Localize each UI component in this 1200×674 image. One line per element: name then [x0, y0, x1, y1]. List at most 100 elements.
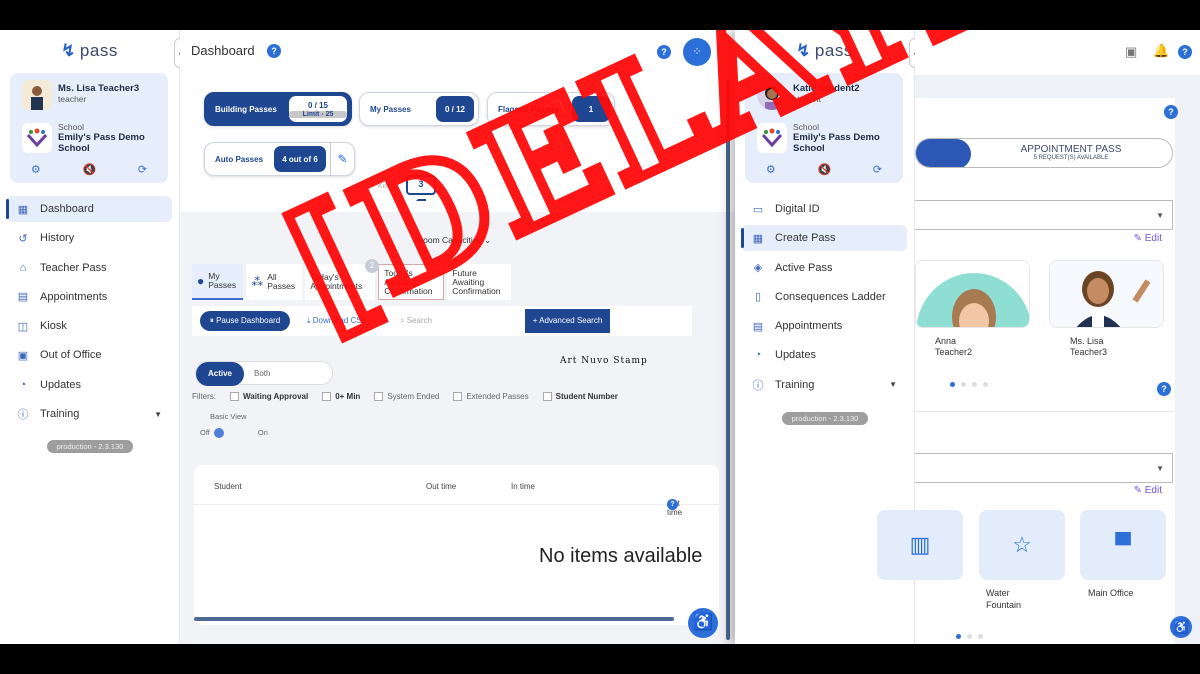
flagged-passes-card[interactable]: Flagged Passes 1 [487, 92, 615, 126]
dot[interactable] [972, 382, 977, 387]
teacher-card[interactable] [915, 260, 1030, 328]
sidebar-item-training[interactable]: ⓘ Training ▼ [6, 401, 172, 427]
toggle-off-label: Off [200, 428, 210, 437]
help-icon[interactable]: ? [657, 45, 671, 59]
logout-icon[interactable]: ⟳ [873, 163, 882, 176]
basic-view-toggle[interactable]: Off On [200, 428, 268, 439]
desk-icon: ▀ [1115, 532, 1131, 557]
help-icon[interactable]: ? [1178, 45, 1192, 59]
pencil-icon[interactable]: ✎ [330, 142, 354, 176]
sidebar-item-appointments[interactable]: ▤ Appointments [6, 284, 172, 310]
tab-all-passes[interactable]: ⁂ All Passes [246, 264, 303, 300]
dot[interactable] [950, 382, 955, 387]
search-input[interactable]: ⌕ Search [392, 306, 532, 336]
tab-my-passes[interactable]: ● My Passes [192, 264, 244, 300]
sidebar-item-digital-id[interactable]: ▭ Digital ID [741, 196, 907, 222]
checkbox[interactable] [542, 392, 552, 402]
teacher-select[interactable]: ▼ [915, 200, 1173, 230]
room-card-water-fountain[interactable]: ☆ [979, 510, 1065, 580]
checkbox[interactable] [322, 392, 332, 402]
help-icon[interactable]: ? [1157, 382, 1171, 396]
screen: ↯ pass Ms. Lisa Teacher3 teacher School E… [0, 30, 1200, 644]
carousel-dots[interactable] [956, 634, 983, 639]
settings-icon[interactable]: ⚙ [31, 163, 41, 176]
sidebar-item-out-of-office[interactable]: ▣ Out of Office [6, 342, 172, 368]
dot[interactable] [961, 382, 966, 387]
pass-type-toggle[interactable]: APPOINTMENT PASS 5 REQUEST(S) AVAILABLE [915, 138, 1173, 168]
download-csv-button[interactable]: ⤓ Download CSV [307, 316, 367, 326]
mute-icon[interactable]: 🔇 [817, 163, 831, 176]
sidebar-item-updates[interactable]: ◔ Updates [741, 342, 907, 368]
bell-icon[interactable]: 🔔 [1153, 43, 1169, 59]
toggle-knob[interactable] [213, 428, 224, 439]
monitor-icon[interactable]: 3 [406, 175, 436, 195]
dot[interactable] [983, 382, 988, 387]
filter-student-number[interactable]: Student Number [542, 392, 618, 402]
sidebar-item-history[interactable]: ↺ History [6, 225, 172, 251]
pause-dashboard-button[interactable]: ⏸ Pause Dashboard [200, 311, 290, 331]
destination-select[interactable]: ▼ [915, 453, 1173, 483]
segment-active[interactable]: Active [196, 362, 244, 386]
help-icon[interactable]: ? [667, 499, 678, 510]
vertical-scrollbar[interactable] [726, 80, 730, 640]
horizontal-scrollbar[interactable] [194, 617, 674, 621]
teacher-card[interactable] [1049, 260, 1164, 328]
checkbox[interactable] [230, 392, 239, 402]
filter-label: 0+ Min [335, 392, 361, 401]
auto-passes-card[interactable]: Auto Passes 4 out of 6 ✎ [204, 142, 355, 176]
sidebar-item-appointments[interactable]: ▤ Appointments [741, 313, 907, 339]
sidebar-item-kiosk[interactable]: ◫ Kiosk [6, 313, 172, 339]
basic-view-label: Basic View [210, 412, 247, 421]
carousel-dots[interactable] [950, 382, 988, 387]
accessibility-icon[interactable]: ♿ [688, 608, 718, 638]
sidebar-item-training[interactable]: ⓘ Training ▼ [741, 372, 907, 398]
locker-icon: ▥ [909, 532, 931, 557]
id-card-icon[interactable]: ▣ [1125, 44, 1137, 60]
room-card-main-office[interactable]: ▀ [1080, 510, 1166, 580]
tab-future-awaiting[interactable]: Future Awaiting Confirmation [447, 264, 512, 300]
user-card: Ms. Lisa Teacher3 teacher School Emily's… [10, 73, 168, 183]
settings-icon[interactable]: ⚙ [766, 163, 776, 176]
accessibility-icon[interactable]: ♿ [1170, 616, 1192, 638]
card-label: Building Passes [215, 104, 277, 114]
filter-min[interactable]: 0+ Min [322, 392, 361, 402]
dot[interactable] [967, 634, 972, 639]
checkbox[interactable] [374, 392, 384, 402]
logout-icon[interactable]: ⟳ [138, 163, 147, 176]
tab-todays-awaiting[interactable]: Today's Awaiting Confirmation [378, 264, 445, 300]
teacher-sidebar: ↯ pass Ms. Lisa Teacher3 teacher School E… [0, 30, 180, 644]
column-in-time[interactable]: In time [511, 482, 535, 491]
sidebar-item-updates[interactable]: ◔ Updates [6, 372, 172, 398]
column-student[interactable]: Student [214, 482, 242, 491]
building-passes-card[interactable]: Building Passes 0 / 15 Limit - 25 [204, 92, 352, 126]
tab-todays-appointments[interactable]: Today's Appointments [305, 264, 376, 300]
updates-icon: ◔ [19, 378, 27, 391]
chevron-down-icon: ▼ [1156, 211, 1164, 220]
room-card-locker[interactable]: ▥ [877, 510, 963, 580]
segment-both[interactable]: Both [254, 369, 270, 378]
room-capacities-toggle[interactable]: Room Capacities ⌄ [417, 235, 491, 246]
advanced-search-button[interactable]: + Advanced Search [525, 309, 610, 333]
dot[interactable] [956, 634, 961, 639]
logo-mark-icon: ↯ [61, 41, 76, 60]
edit-button[interactable]: ✎ Edit [1134, 233, 1162, 244]
help-icon[interactable]: ? [267, 44, 281, 58]
filter-extended-passes[interactable]: Extended Passes [453, 392, 529, 402]
filter-system-ended[interactable]: System Ended [374, 392, 439, 402]
checkbox[interactable] [453, 392, 463, 402]
my-passes-card[interactable]: My Passes 0 / 12 [359, 92, 479, 126]
selected-pass-type[interactable] [916, 139, 971, 167]
dot[interactable] [978, 634, 983, 639]
mute-icon[interactable]: 🔇 [82, 163, 96, 176]
sidebar-item-active-pass[interactable]: ◈ Active Pass [741, 255, 907, 281]
sidebar-item-create-pass[interactable]: ▦ Create Pass [741, 225, 907, 252]
edit-button[interactable]: ✎ Edit [1134, 485, 1162, 496]
sidebar-item-dashboard[interactable]: ▦ Dashboard [6, 196, 172, 222]
apps-menu-button[interactable]: ⁘ [683, 38, 711, 66]
sidebar-item-consequences-ladder[interactable]: ▯ Consequences Ladder [741, 284, 907, 310]
sidebar-item-teacher-pass[interactable]: ⌂ Teacher Pass [6, 255, 172, 281]
appointment-pass-subtitle: 5 REQUEST(S) AVAILABLE [1033, 155, 1109, 161]
filter-waiting-approval[interactable]: Waiting Approval [230, 392, 308, 402]
help-icon[interactable]: ? [1164, 105, 1178, 119]
column-out-time[interactable]: Out time [426, 482, 456, 491]
